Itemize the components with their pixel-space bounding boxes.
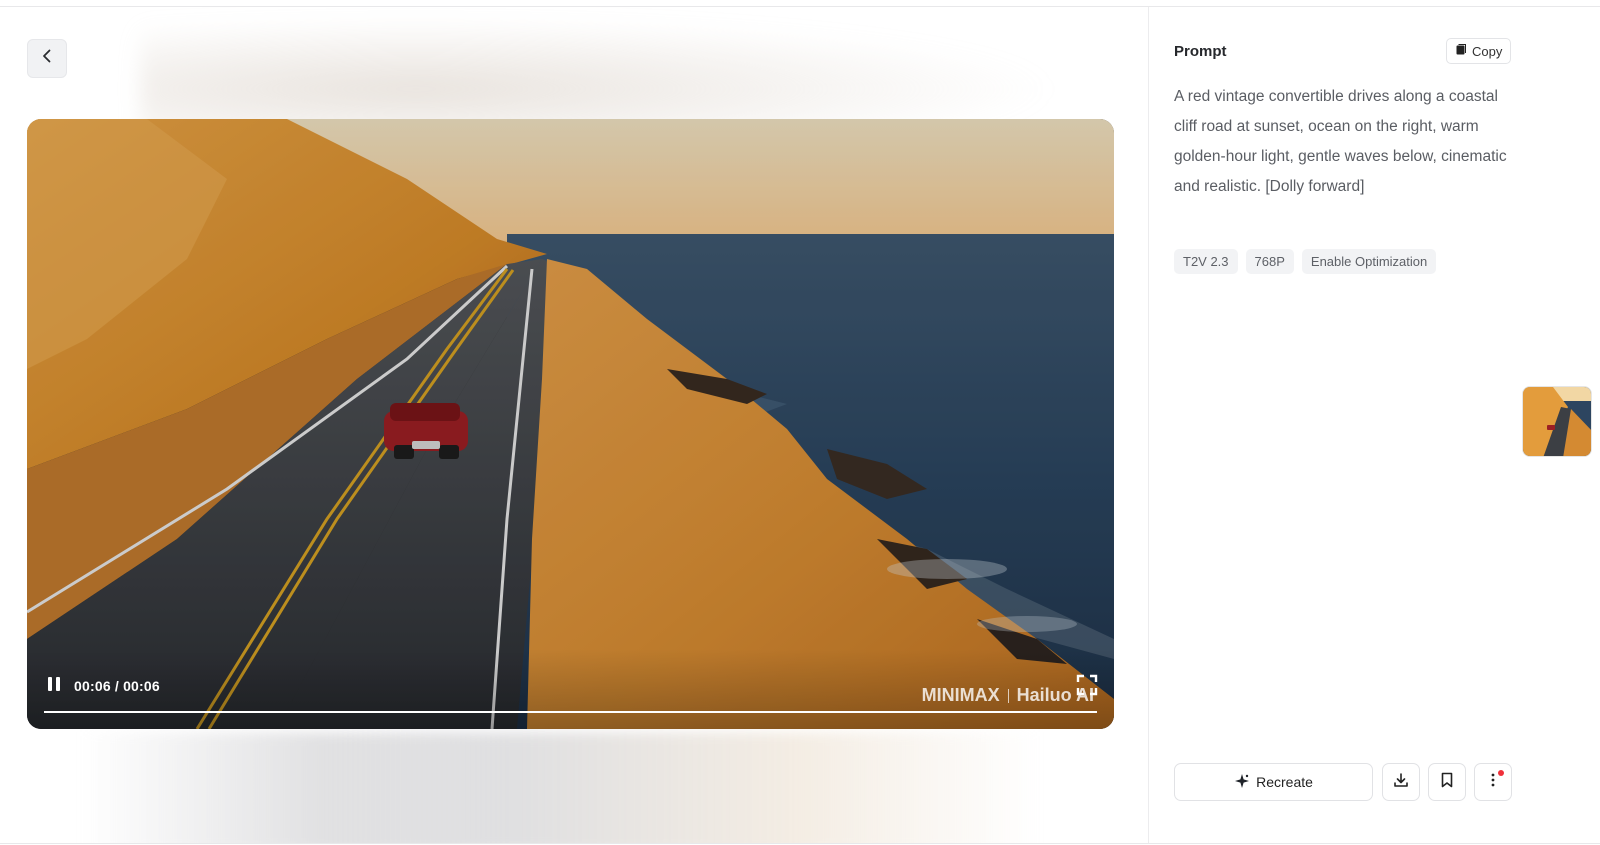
bottom-divider [0,843,1600,844]
notification-dot [1498,770,1504,776]
progress-fill [44,711,1097,713]
prompt-text: A red vintage convertible drives along a… [1174,88,1507,195]
watermark-brand-left: MINIMAX [921,685,1000,705]
prompt-title: Prompt [1174,43,1227,60]
ambient-glow-bottom [80,732,1040,843]
watermark-separator [1007,688,1009,703]
more-vertical-icon [1491,773,1495,792]
recreate-button[interactable]: Recreate [1174,763,1373,801]
thumbnail-image [1523,387,1591,456]
copy-icon [1455,43,1467,59]
fullscreen-button[interactable] [1076,674,1098,696]
fullscreen-icon [1076,674,1098,700]
player-controls: 00:06 / 00:06 MINIMAX Hailuo AI [27,649,1114,729]
copy-label: Copy [1472,43,1503,59]
more-button[interactable] [1474,763,1512,801]
video-thumbnail[interactable] [1522,386,1592,457]
video-player[interactable]: 00:06 / 00:06 MINIMAX Hailuo AI [27,119,1114,729]
chevron-left-icon [39,48,55,69]
tag-model: T2V 2.3 [1174,249,1238,274]
progress-bar[interactable] [44,711,1097,713]
video-frame [27,119,1114,729]
back-button[interactable] [27,39,67,78]
pause-button[interactable] [44,676,64,696]
copy-button[interactable]: Copy [1446,38,1512,64]
bookmark-icon [1440,772,1454,793]
tag-list: T2V 2.3 768P Enable Optimization [1174,249,1437,274]
watermark: MINIMAX Hailuo AI [922,685,1094,706]
sparkle-icon [1234,773,1250,792]
video-stage: 00:06 / 00:06 MINIMAX Hailuo AI [0,7,1148,843]
recreate-label: Recreate [1256,774,1313,790]
bookmark-button[interactable] [1428,763,1466,801]
tag-resolution: 768P [1245,249,1294,274]
time-display: 00:06 / 00:06 [74,678,160,694]
pause-icon [47,676,61,697]
tag-optimization: Enable Optimization [1301,249,1437,274]
download-icon [1393,772,1409,793]
download-button[interactable] [1382,763,1420,801]
